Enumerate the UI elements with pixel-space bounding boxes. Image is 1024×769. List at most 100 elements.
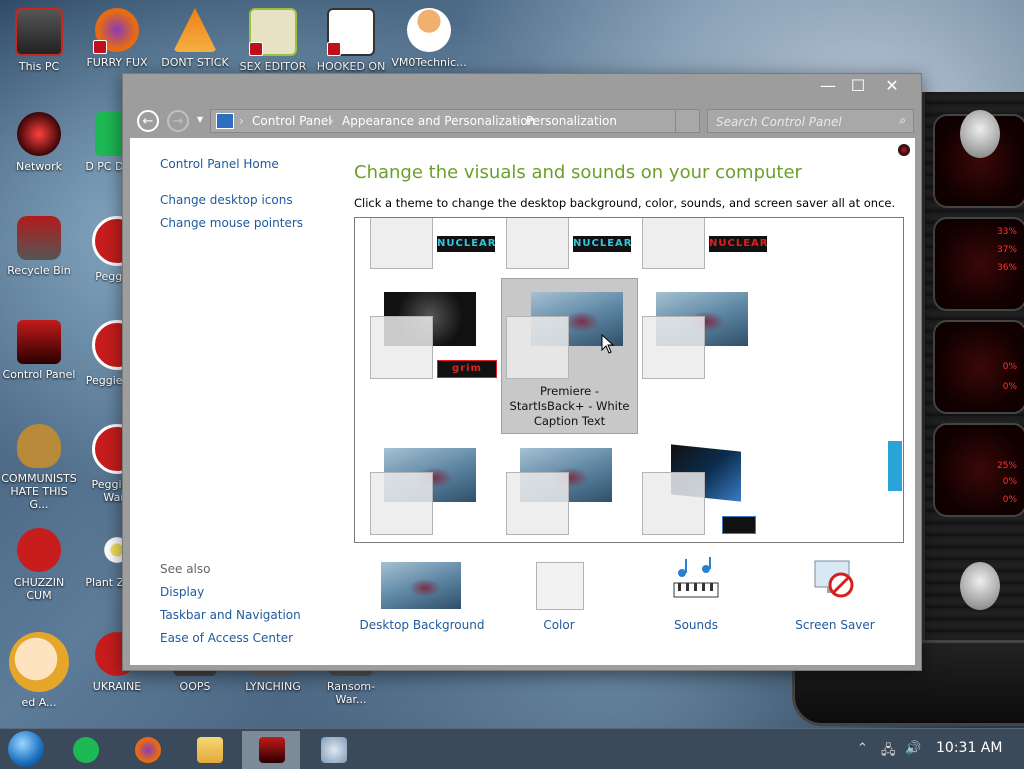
theme-badge: grim bbox=[437, 360, 497, 378]
see-also-heading: See also bbox=[160, 562, 211, 576]
desktop-icon-label: Ransom-War... bbox=[326, 680, 376, 706]
desktop-icon-hooked-on[interactable]: HOOKED ON bbox=[312, 8, 390, 73]
firefox-icon bbox=[135, 737, 161, 763]
search-box[interactable]: ⌕ bbox=[707, 109, 914, 133]
desktop-icon-chuzzin[interactable]: CHUZZIN CUM bbox=[0, 528, 78, 602]
desktop-icon-vm0technic[interactable]: VM0Technic... bbox=[390, 8, 468, 69]
breadcrumb[interactable]: › Control Panel › Appearance and Persona… bbox=[210, 109, 700, 133]
taskbar-navigation-link[interactable]: Taskbar and Navigation bbox=[160, 608, 301, 622]
theme-color-swatch bbox=[506, 316, 569, 379]
back-button[interactable]: ← bbox=[137, 110, 159, 132]
screen-saver-label: Screen Saver bbox=[795, 618, 875, 632]
desktop-icon-label: Control Panel bbox=[2, 368, 76, 381]
breadcrumb-personalization[interactable]: Personalization bbox=[526, 114, 617, 128]
theme-tile[interactable] bbox=[355, 434, 490, 540]
breadcrumb-separator: › bbox=[239, 114, 244, 128]
taskbar-app-control-panel[interactable] bbox=[242, 731, 300, 769]
cartoon-girl-icon bbox=[9, 632, 69, 692]
theme-color-swatch bbox=[506, 218, 569, 269]
chuzzle-icon bbox=[17, 528, 61, 572]
theme-color-swatch bbox=[506, 472, 569, 535]
desktop-icon-label: This PC bbox=[18, 60, 60, 73]
desktop-icon-label: VM0Technic... bbox=[391, 56, 467, 69]
page-title: Change the visuals and sounds on your co… bbox=[354, 162, 802, 183]
desktop-icon-communists[interactable]: COMMUNISTS HATE THIS G... bbox=[0, 424, 78, 511]
desktop-icon-recycle-bin[interactable]: Recycle Bin bbox=[0, 216, 78, 277]
desktop-icon-furry-fux[interactable]: FURRY FUX bbox=[78, 8, 156, 69]
desktop-icon-star-char[interactable]: ed A... bbox=[0, 632, 78, 709]
minimize-button[interactable]: — bbox=[811, 74, 845, 98]
alienware-orb-icon bbox=[17, 112, 61, 156]
theme-list-scrollbar[interactable] bbox=[888, 441, 902, 491]
chevron-up-icon[interactable]: ⌃ bbox=[857, 741, 868, 756]
theme-tile[interactable]: grim bbox=[355, 278, 497, 434]
theme-tile[interactable] bbox=[627, 434, 762, 540]
theme-badge-text: grim bbox=[452, 363, 482, 374]
taskbar-app-green[interactable] bbox=[56, 731, 114, 769]
theme-badge: NUCLEAR bbox=[573, 236, 631, 252]
title-bar[interactable]: — ☐ ✕ bbox=[123, 74, 921, 102]
maximize-button[interactable]: ☐ bbox=[841, 74, 875, 98]
theme-list[interactable]: NUCLEAR NUCLEAR NUCLEAR grim Premiere - … bbox=[354, 217, 904, 543]
sounds-icon bbox=[673, 557, 719, 598]
alien-head-icon bbox=[960, 110, 1000, 158]
theme-tile[interactable]: NUCLEAR bbox=[355, 218, 495, 269]
breadcrumb-control-panel[interactable]: Control Panel bbox=[252, 114, 332, 128]
forward-button[interactable]: → bbox=[167, 110, 189, 132]
desktop-icon-label: OOPS bbox=[179, 680, 211, 693]
theme-tile[interactable] bbox=[491, 434, 626, 540]
address-bar: ← → ▾ › Control Panel › Appearance and P… bbox=[123, 102, 921, 138]
alien-head-icon bbox=[960, 562, 1000, 610]
desktop-icon-this-pc[interactable]: This PC bbox=[0, 8, 78, 73]
vlc-cone-icon bbox=[173, 8, 217, 52]
theme-badge: NUCLEAR bbox=[437, 236, 495, 252]
volume-icon[interactable]: 🔊 bbox=[905, 741, 921, 756]
desktop-icon-label: SEX EDITOR bbox=[239, 60, 307, 73]
taskbar-app-media[interactable] bbox=[304, 731, 362, 769]
theme-badge: NUCLEAR bbox=[709, 236, 767, 252]
hook-icon bbox=[327, 8, 375, 56]
breadcrumb-separator: › bbox=[513, 114, 518, 128]
theme-tile[interactable] bbox=[627, 278, 762, 434]
clock[interactable]: 10:31 AM bbox=[936, 740, 1002, 756]
display-link[interactable]: Display bbox=[160, 585, 204, 599]
search-icon[interactable]: ⌕ bbox=[899, 113, 906, 128]
change-mouse-pointers-link[interactable]: Change mouse pointers bbox=[160, 216, 303, 230]
taskbar-app-explorer[interactable] bbox=[180, 731, 238, 769]
desktop-icon-network[interactable]: Network bbox=[0, 112, 78, 173]
desktop-icon-label: HOOKED ON bbox=[316, 60, 386, 73]
gadget-readout: 0% bbox=[1002, 495, 1017, 505]
start-orb-icon[interactable] bbox=[8, 731, 44, 767]
desktop-icon-control-panel[interactable]: Control Panel bbox=[0, 320, 78, 381]
help-icon[interactable] bbox=[898, 144, 910, 156]
theme-color-swatch bbox=[642, 316, 705, 379]
close-button[interactable]: ✕ bbox=[875, 74, 909, 98]
mouse-cursor-icon bbox=[601, 334, 615, 354]
gadget-panel: 0% 0% bbox=[933, 320, 1024, 414]
doctor-icon bbox=[407, 8, 451, 52]
desktop-icon-dont-stick[interactable]: DONT STICK bbox=[156, 8, 234, 69]
theme-tile[interactable]: NUCLEAR bbox=[491, 218, 631, 269]
network-icon[interactable]: 🖧 bbox=[881, 741, 896, 763]
recycle-bin-icon bbox=[17, 216, 61, 260]
theme-badge-text: NUCLEAR bbox=[573, 238, 633, 249]
desktop-icon-sex-editor[interactable]: SEX EDITOR bbox=[234, 8, 312, 73]
theme-tile[interactable]: NUCLEAR bbox=[627, 218, 767, 269]
color-label: Color bbox=[543, 618, 575, 632]
gadget-panel: 25% 0% 0% bbox=[933, 423, 1024, 517]
app-icon bbox=[73, 737, 99, 763]
gadget-readout: 0% bbox=[1002, 382, 1017, 392]
recent-pages-dropdown[interactable]: ▾ bbox=[197, 112, 203, 126]
search-input[interactable] bbox=[714, 113, 888, 131]
theme-caption: Premiere - StartIsBack+ - White Caption … bbox=[509, 384, 630, 428]
control-panel-home-link[interactable]: Control Panel Home bbox=[160, 157, 279, 171]
ease-of-access-link[interactable]: Ease of Access Center bbox=[160, 631, 293, 645]
control-panel-icon bbox=[17, 320, 61, 364]
breadcrumb-appearance[interactable]: Appearance and Personalization bbox=[342, 114, 535, 128]
theme-tile-selected[interactable]: Premiere - StartIsBack+ - White Caption … bbox=[501, 278, 638, 434]
taskbar: ⌃ 🖧 🔊 10:31 AM bbox=[0, 728, 1024, 769]
taskbar-app-firefox[interactable] bbox=[118, 731, 176, 769]
desktop-icon-label: ed A... bbox=[21, 696, 57, 709]
theme-badge-text: NUCLEAR bbox=[437, 238, 497, 249]
change-desktop-icons-link[interactable]: Change desktop icons bbox=[160, 193, 293, 207]
